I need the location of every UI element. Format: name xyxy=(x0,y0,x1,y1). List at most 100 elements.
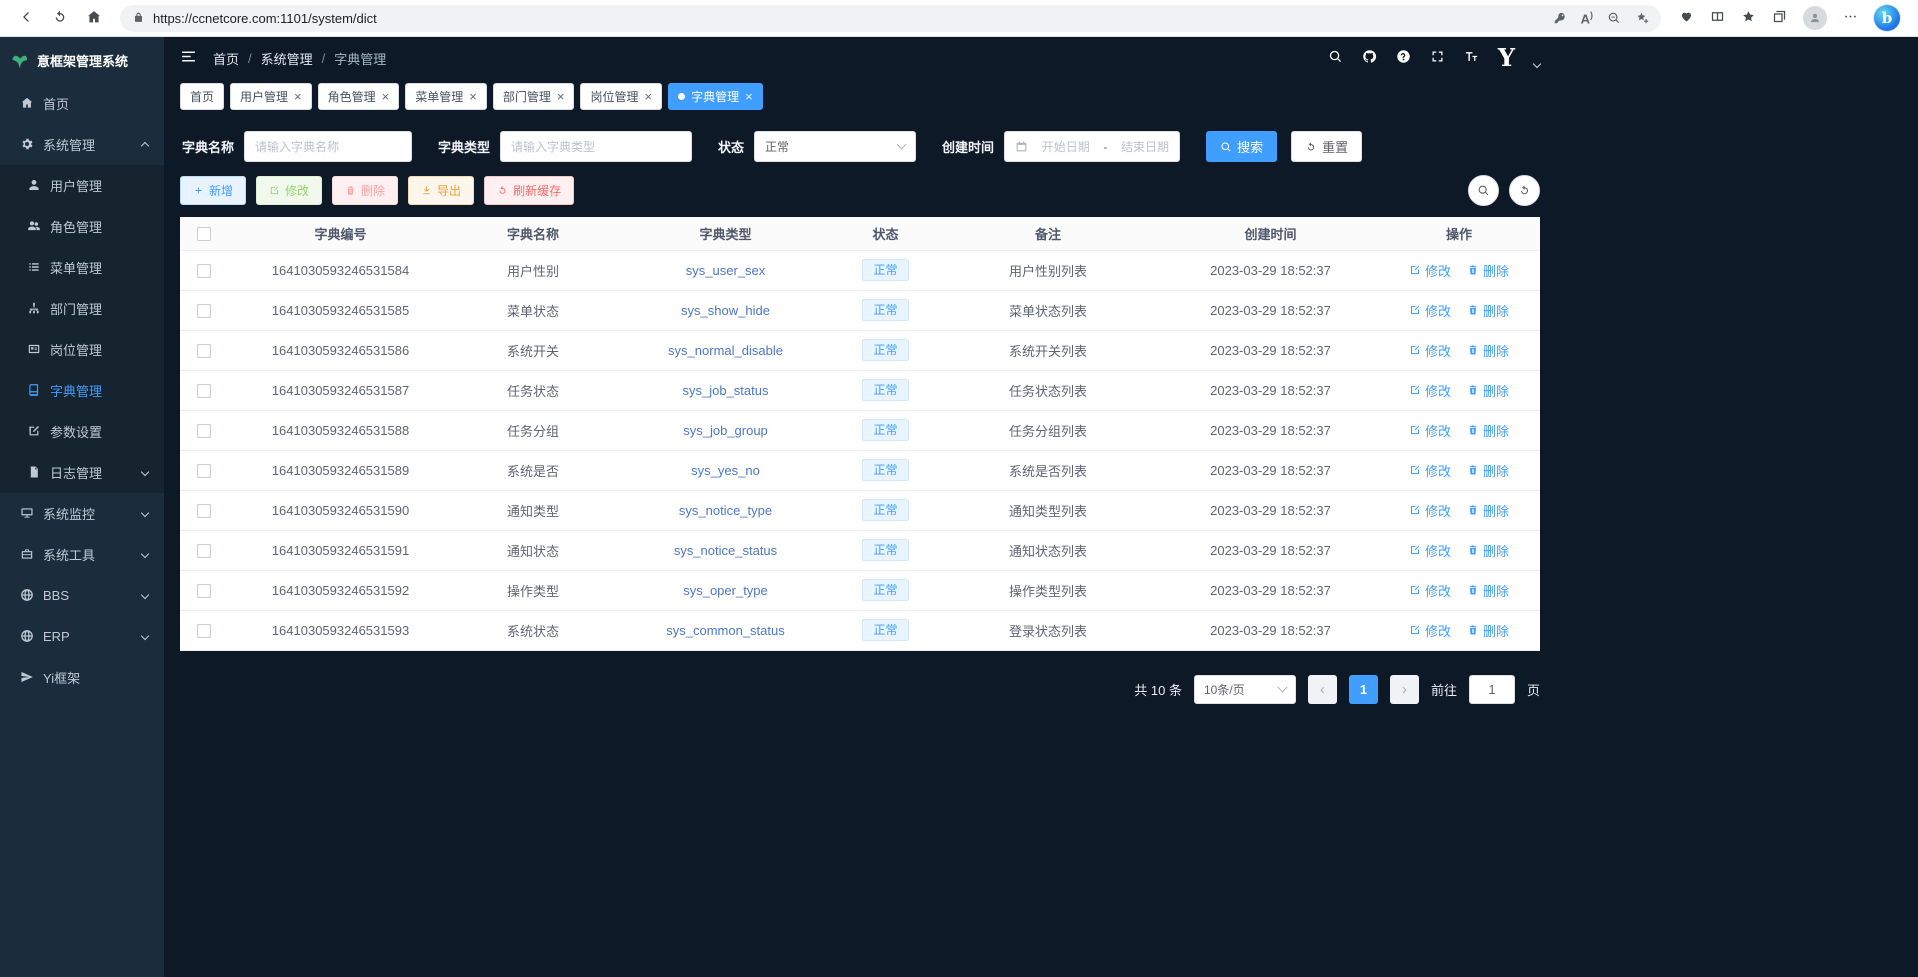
tab-4[interactable]: 部门管理× xyxy=(493,83,575,110)
zoom-out-icon[interactable] xyxy=(1607,10,1621,26)
date-range-picker[interactable]: 开始日期 - 结束日期 xyxy=(1004,131,1180,162)
row-edit-button[interactable]: 修改 xyxy=(1409,621,1451,640)
sidebar-item-post[interactable]: 岗位管理 xyxy=(0,329,164,370)
sidebar-item-bbs[interactable]: BBS xyxy=(0,575,164,616)
tab-0[interactable]: 首页 xyxy=(180,83,224,110)
sidebar-item-dict[interactable]: 字典管理 xyxy=(0,370,164,411)
row-checkbox[interactable] xyxy=(197,304,211,318)
dict-type-link[interactable]: sys_yes_no xyxy=(691,463,760,478)
sidebar-item-yi[interactable]: Yi框架 xyxy=(0,657,164,698)
dict-type-link[interactable]: sys_job_status xyxy=(683,383,769,398)
row-edit-button[interactable]: 修改 xyxy=(1409,581,1451,600)
page-size-select[interactable]: 10条/页 xyxy=(1194,675,1296,704)
close-tab-icon[interactable]: × xyxy=(469,90,477,103)
row-edit-button[interactable]: 修改 xyxy=(1409,421,1451,440)
browser-essentials-icon[interactable] xyxy=(1679,9,1694,26)
add-button[interactable]: 新增 xyxy=(180,176,246,205)
url-bar[interactable]: https://ccnetcore.com:1101/system/dict A… xyxy=(120,5,1661,32)
row-delete-button[interactable]: 删除 xyxy=(1467,301,1509,320)
row-checkbox[interactable] xyxy=(197,344,211,358)
tab-5[interactable]: 岗位管理× xyxy=(580,83,662,110)
row-checkbox[interactable] xyxy=(197,264,211,278)
dict-type-link[interactable]: sys_normal_disable xyxy=(668,343,783,358)
split-screen-icon[interactable] xyxy=(1710,9,1725,26)
toggle-search-button[interactable] xyxy=(1468,175,1499,206)
dict-type-link[interactable]: sys_notice_type xyxy=(679,503,772,518)
back-button[interactable] xyxy=(10,3,42,33)
row-edit-button[interactable]: 修改 xyxy=(1409,301,1451,320)
row-delete-button[interactable]: 删除 xyxy=(1467,461,1509,480)
sidebar-item-erp[interactable]: ERP xyxy=(0,616,164,657)
font-size-icon[interactable] xyxy=(1464,49,1479,66)
row-checkbox[interactable] xyxy=(197,544,211,558)
fullscreen-icon[interactable] xyxy=(1430,49,1445,66)
row-delete-button[interactable]: 删除 xyxy=(1467,341,1509,360)
status-select[interactable]: 正常 xyxy=(754,131,916,162)
browser-home-button[interactable] xyxy=(78,3,110,33)
row-delete-button[interactable]: 删除 xyxy=(1467,581,1509,600)
row-checkbox[interactable] xyxy=(197,464,211,478)
dict-type-link[interactable]: sys_common_status xyxy=(666,623,785,638)
goto-page-input[interactable]: 1 xyxy=(1469,675,1515,704)
help-icon[interactable] xyxy=(1396,49,1411,66)
row-edit-button[interactable]: 修改 xyxy=(1409,501,1451,520)
delete-button[interactable]: 删除 xyxy=(332,176,398,205)
dict-name-input[interactable]: 请输入字典名称 xyxy=(244,131,412,162)
dict-type-link[interactable]: sys_notice_status xyxy=(674,543,777,558)
row-checkbox[interactable] xyxy=(197,624,211,638)
refresh-cache-button[interactable]: 刷新缓存 xyxy=(484,176,574,205)
export-button[interactable]: 导出 xyxy=(408,176,474,205)
add-favorite-icon[interactable] xyxy=(1635,10,1649,26)
row-delete-button[interactable]: 删除 xyxy=(1467,501,1509,520)
header-search-icon[interactable] xyxy=(1328,49,1343,66)
close-tab-icon[interactable]: × xyxy=(382,90,390,103)
tab-6[interactable]: 字典管理× xyxy=(668,83,763,110)
row-edit-button[interactable]: 修改 xyxy=(1409,381,1451,400)
password-key-icon[interactable] xyxy=(1553,10,1567,26)
sidebar-item-monitor[interactable]: 系统监控 xyxy=(0,493,164,534)
sidebar-item-tool[interactable]: 系统工具 xyxy=(0,534,164,575)
collections-icon[interactable] xyxy=(1772,9,1787,26)
row-checkbox[interactable] xyxy=(197,384,211,398)
read-aloud-icon[interactable]: A) xyxy=(1581,10,1593,26)
row-delete-button[interactable]: 删除 xyxy=(1467,541,1509,560)
sidebar-item-menu[interactable]: 菜单管理 xyxy=(0,247,164,288)
collapse-sidebar-button[interactable] xyxy=(180,48,197,68)
row-edit-button[interactable]: 修改 xyxy=(1409,461,1451,480)
bing-copilot-icon[interactable]: b xyxy=(1874,5,1900,31)
more-menu-icon[interactable] xyxy=(1843,9,1858,26)
tab-2[interactable]: 角色管理× xyxy=(318,83,400,110)
row-checkbox[interactable] xyxy=(197,584,211,598)
tab-3[interactable]: 菜单管理× xyxy=(405,83,487,110)
dict-type-link[interactable]: sys_user_sex xyxy=(686,263,765,278)
browser-refresh-button[interactable] xyxy=(44,3,76,33)
dict-type-input[interactable]: 请输入字典类型 xyxy=(500,131,692,162)
breadcrumb-item[interactable]: 系统管理 xyxy=(261,49,313,68)
close-tab-icon[interactable]: × xyxy=(557,90,565,103)
sidebar-item-log[interactable]: 日志管理 xyxy=(0,452,164,493)
close-tab-icon[interactable]: × xyxy=(644,90,652,103)
close-tab-icon[interactable]: × xyxy=(745,90,753,103)
row-delete-button[interactable]: 删除 xyxy=(1467,381,1509,400)
row-delete-button[interactable]: 删除 xyxy=(1467,421,1509,440)
github-icon[interactable] xyxy=(1362,49,1377,66)
page-number-1[interactable]: 1 xyxy=(1349,675,1378,704)
row-delete-button[interactable]: 删除 xyxy=(1467,621,1509,640)
reset-button[interactable]: 重置 xyxy=(1291,131,1362,162)
user-logo[interactable]: Y xyxy=(1498,46,1515,70)
breadcrumb-item[interactable]: 首页 xyxy=(213,49,239,68)
row-edit-button[interactable]: 修改 xyxy=(1409,261,1451,280)
edit-button[interactable]: 修改 xyxy=(256,176,322,205)
next-page-button[interactable]: › xyxy=(1390,675,1419,704)
profile-avatar[interactable] xyxy=(1803,6,1827,30)
search-button[interactable]: 搜索 xyxy=(1206,131,1277,162)
row-checkbox[interactable] xyxy=(197,504,211,518)
row-edit-button[interactable]: 修改 xyxy=(1409,341,1451,360)
favorites-icon[interactable] xyxy=(1741,9,1756,26)
dict-type-link[interactable]: sys_job_group xyxy=(683,423,768,438)
sidebar-item-system[interactable]: 系统管理 xyxy=(0,124,164,165)
prev-page-button[interactable]: ‹ xyxy=(1308,675,1337,704)
select-all-checkbox[interactable] xyxy=(197,227,211,241)
dict-type-link[interactable]: sys_show_hide xyxy=(681,303,770,318)
sidebar-item-config[interactable]: 参数设置 xyxy=(0,411,164,452)
